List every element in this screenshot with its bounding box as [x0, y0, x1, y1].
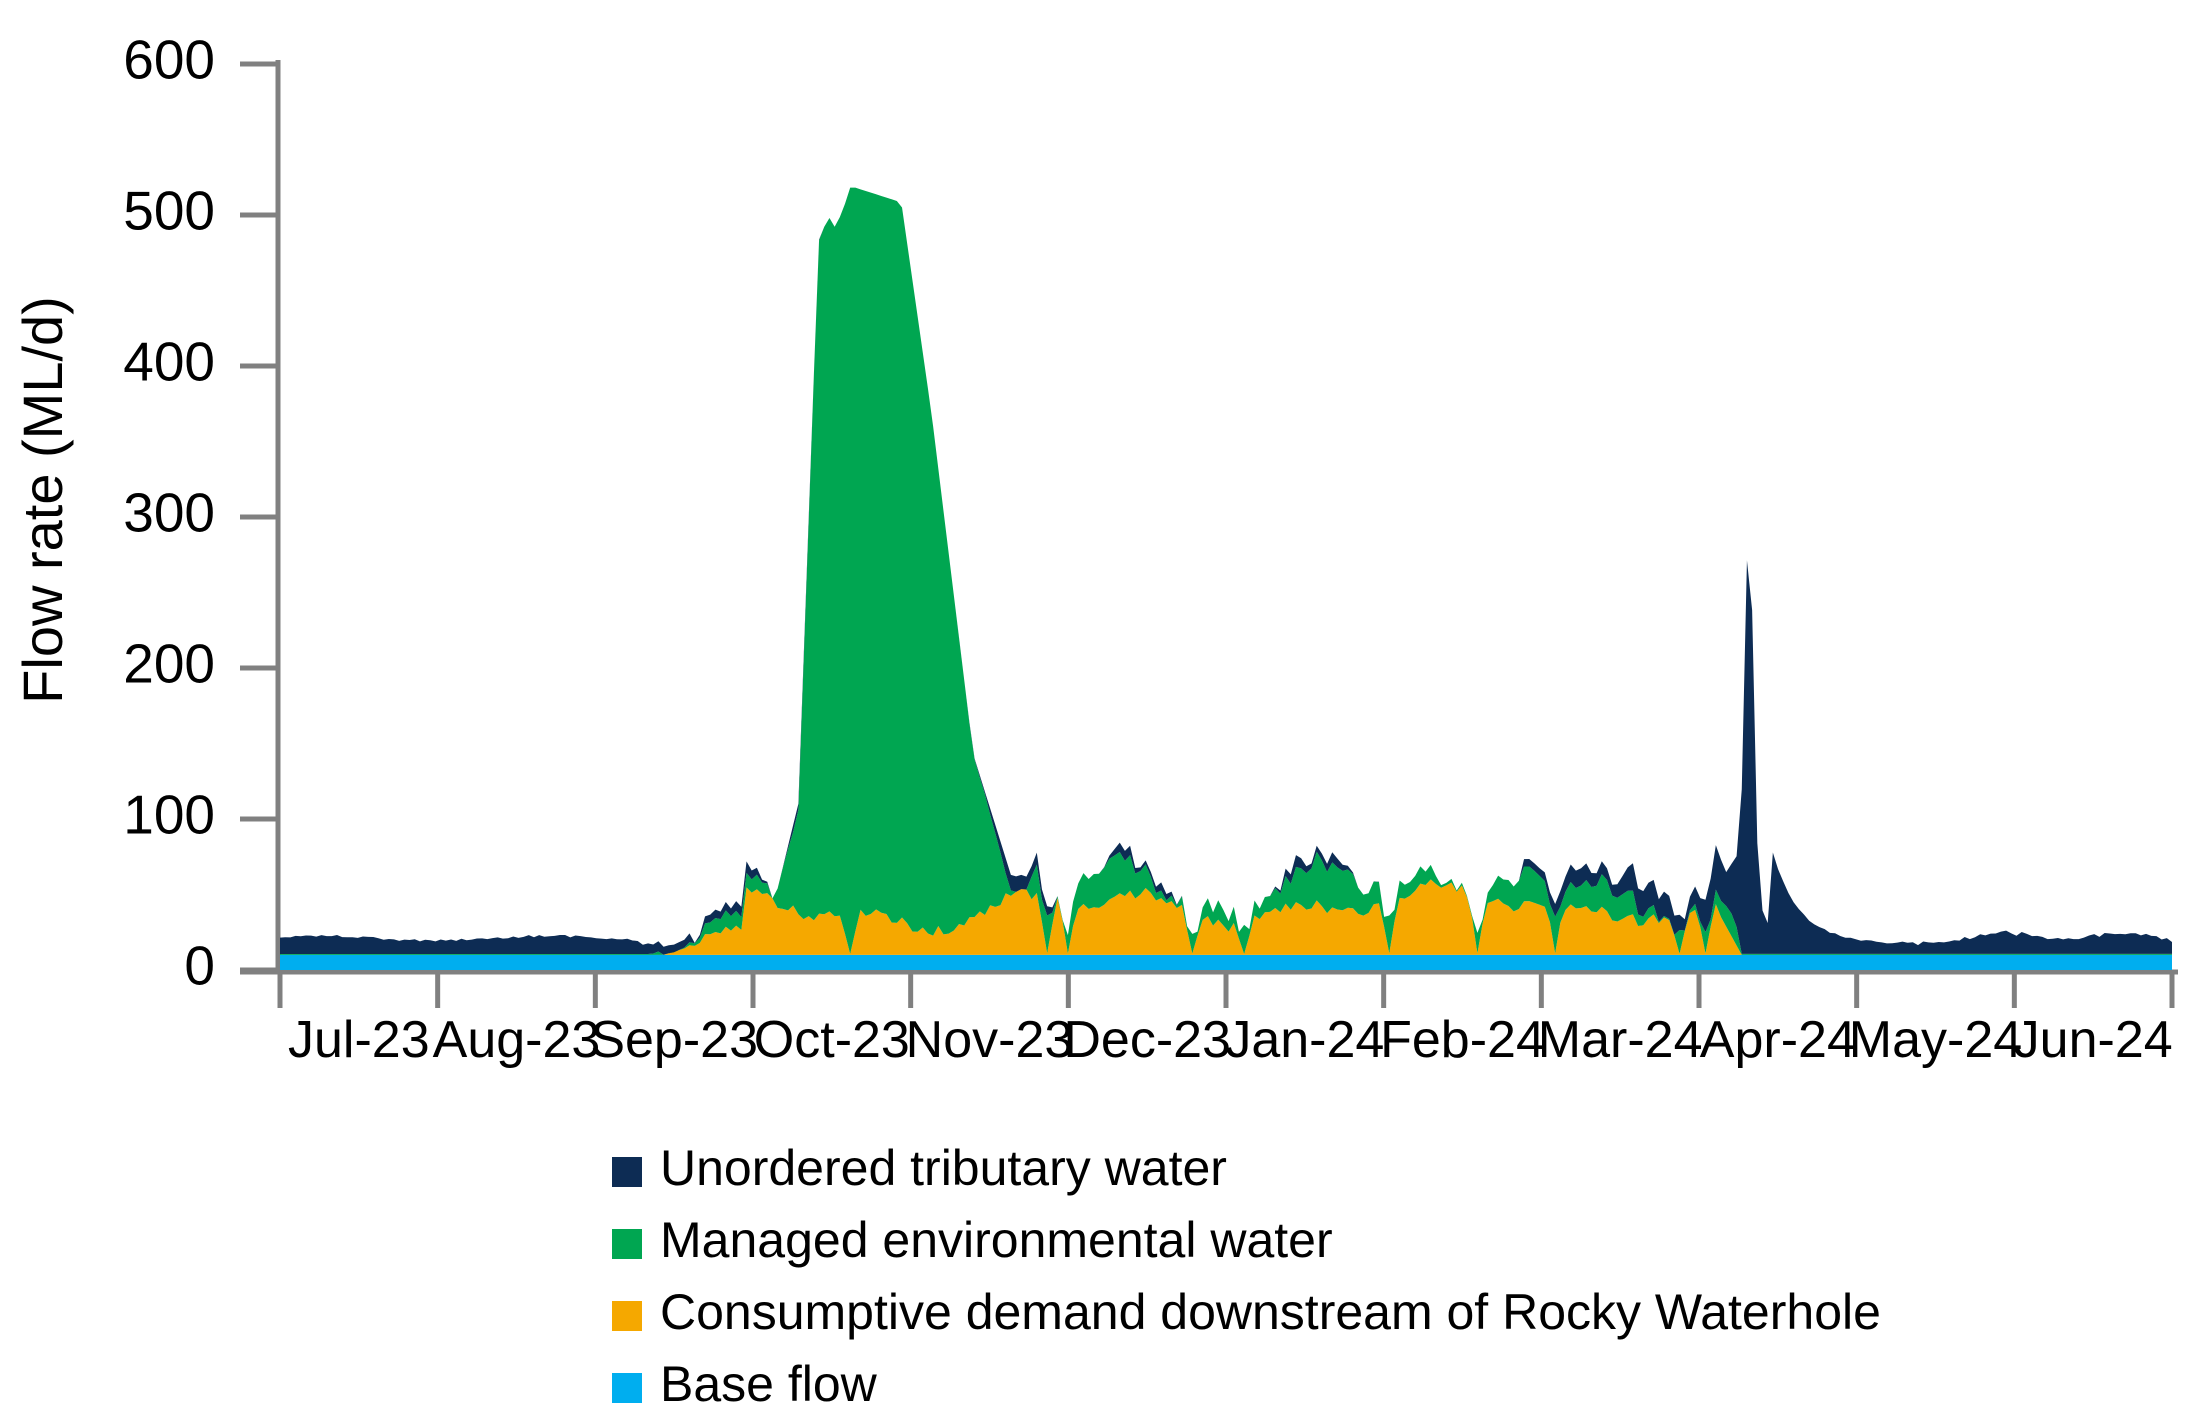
x-tick-label: Jun-24	[2014, 1011, 2173, 1069]
x-tick-label: Mar-24	[1538, 1011, 1703, 1069]
y-tick-label: 0	[184, 935, 215, 997]
chart-canvas: Flow rate (ML/d) 0 100 200 300 400 500 600 Jul…	[11, 29, 2178, 1412]
plot-area	[280, 187, 2172, 970]
legend-swatch	[612, 1229, 642, 1259]
y-tick-label: 400	[123, 331, 215, 393]
legend-label: Unordered tributary water	[660, 1140, 1227, 1196]
y-tick-label: 200	[123, 633, 215, 695]
x-tick-label: Jul-23	[288, 1011, 430, 1069]
y-tick-label: 500	[123, 180, 215, 242]
legend-label: Base flow	[660, 1356, 878, 1412]
chart-legend: Unordered tributary water Managed environ…	[612, 1140, 1881, 1412]
y-axis-title-group: Flow rate (ML/d)	[11, 296, 74, 704]
legend-item[interactable]: Base flow	[612, 1356, 878, 1412]
x-tick-label: Feb-24	[1380, 1011, 1545, 1069]
x-tick-label: Dec-23	[1063, 1011, 1231, 1069]
series-area-base-flow	[280, 954, 2172, 970]
legend-swatch	[612, 1301, 642, 1331]
x-tick-label: Jan-24	[1225, 1011, 1384, 1069]
x-axis-ticks: Jul-23 Aug-23Sep-23Oct-23Nov-23Dec-23Jan-…	[277, 972, 2175, 1069]
series-area-managed-environmental-water	[280, 187, 2172, 955]
series-area-unordered-tributary-water	[280, 187, 2172, 955]
legend-label: Managed environmental water	[660, 1212, 1333, 1268]
y-tick-label: 600	[123, 29, 215, 91]
y-tick-label: 100	[123, 784, 215, 846]
x-tick-label: Nov-23	[906, 1011, 1074, 1069]
y-axis-title: Flow rate (ML/d)	[11, 296, 74, 704]
legend-label: Consumptive demand downstream of Rocky W…	[660, 1284, 1881, 1340]
x-tick-label: Sep-23	[590, 1011, 758, 1069]
legend-item[interactable]: Unordered tributary water	[612, 1140, 1227, 1196]
legend-swatch	[612, 1157, 642, 1187]
x-tick-label: Aug-23	[433, 1011, 601, 1069]
legend-item[interactable]: Consumptive demand downstream of Rocky W…	[612, 1284, 1881, 1340]
x-tick-label: Apr-24	[1700, 1011, 1856, 1069]
x-tick-label: Oct-23	[754, 1011, 910, 1069]
x-tick-label: May-24	[1849, 1011, 2022, 1069]
y-axis-ticks: 0 100 200 300 400 500 600	[123, 29, 278, 997]
flow-rate-stacked-area-chart: Flow rate (ML/d) 0 100 200 300 400 500 600 Jul…	[0, 0, 2204, 1423]
y-tick-label: 300	[123, 482, 215, 544]
legend-item[interactable]: Managed environmental water	[612, 1212, 1333, 1268]
legend-swatch	[612, 1373, 642, 1403]
